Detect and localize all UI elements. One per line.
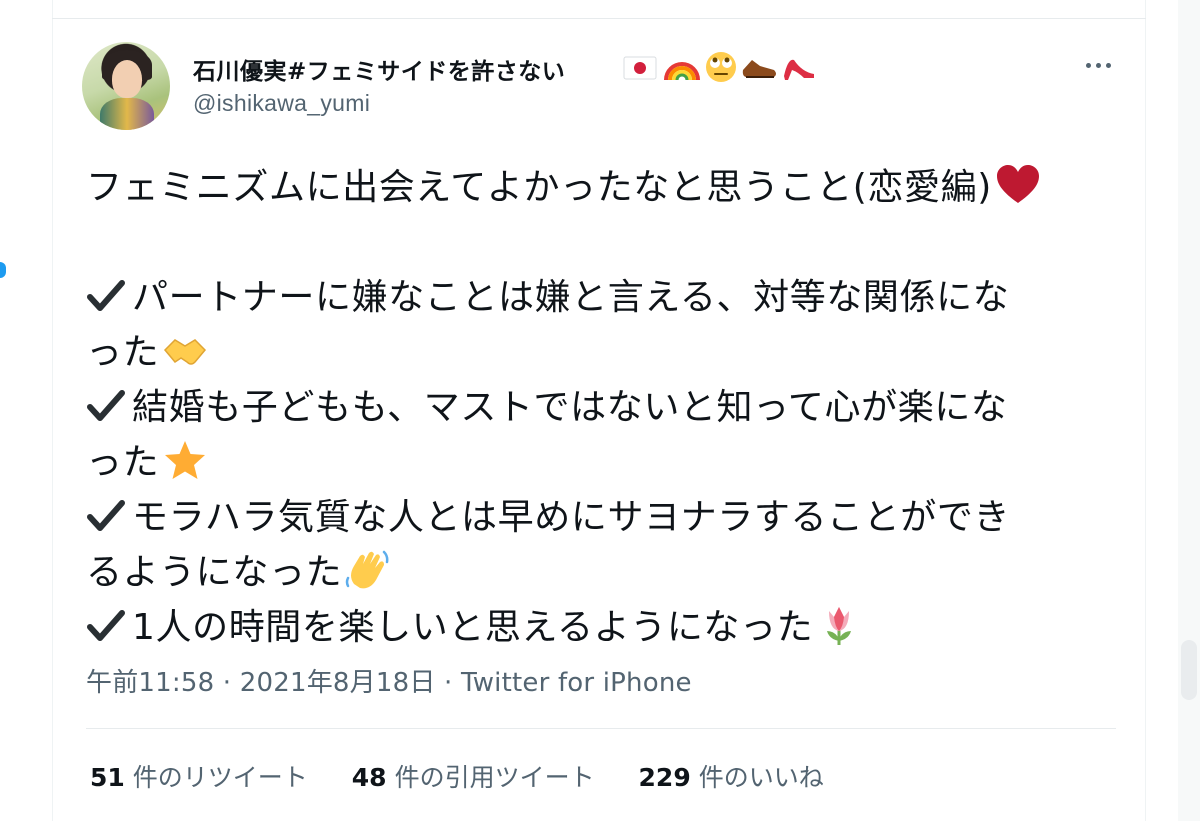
tweet-title-line: フェミニズムに出会えてよかったなと思うこと(恋愛編) [86, 160, 1096, 215]
retweets-stat[interactable]: 51 件のリツイート [90, 758, 308, 794]
check-mark-icon [87, 280, 125, 311]
check-mark-icon [87, 390, 125, 421]
list-item: 結婚も子どもも、マストではないと知って心が楽にな [86, 380, 1096, 435]
tweet-date-link[interactable]: 2021年8月18日 [240, 668, 436, 698]
check-mark-icon [87, 500, 125, 531]
list-item-continued: った [86, 435, 1096, 490]
tweet-detail-page: 石川優実#フェミサイドを許さない @ishikawa_yumi フェミニズムに出… [0, 0, 1200, 821]
more-dot-icon [1085, 62, 1091, 68]
more-options-button[interactable] [1078, 48, 1118, 82]
more-dot-icon [1095, 62, 1101, 68]
mans-shoe-icon [742, 60, 776, 78]
divider [86, 728, 1116, 729]
high-heel-icon [784, 59, 814, 80]
list-item: パートナーに嫌なことは嫌と言える、対等な関係にな [86, 270, 1096, 325]
left-column-edge [0, 0, 18, 821]
flag-japan-icon [623, 56, 657, 80]
list-item-continued: るようになった [86, 545, 1096, 600]
nav-indicator [0, 262, 6, 278]
tweet-text: フェミニズムに出会えてよかったなと思うこと(恋愛編) パートナーに嫌なことは嫌と… [86, 160, 1096, 655]
rainbow-icon [664, 62, 700, 81]
user-handle[interactable]: @ishikawa_yumi [193, 90, 370, 117]
tweet-source-link[interactable]: Twitter for iPhone [461, 668, 692, 698]
column-border-left [52, 0, 53, 821]
handshake-icon [164, 339, 207, 365]
list-item-continued: った [86, 325, 1096, 380]
scrollbar[interactable] [1178, 0, 1200, 821]
list-item: モラハラ気質な人とは早めにサヨナラすることができ [86, 490, 1096, 545]
top-divider [52, 18, 1146, 19]
display-name[interactable]: 石川優実#フェミサイドを許さない [193, 52, 565, 85]
face-rolling-eyes-icon [706, 52, 736, 82]
scrollbar-thumb[interactable] [1181, 640, 1197, 700]
red-heart-icon [996, 165, 1039, 203]
list-item: 1人の時間を楽しいと思えるようになった [86, 600, 1096, 655]
likes-stat[interactable]: 229 件のいいね [639, 758, 824, 794]
column-border-right [1145, 0, 1146, 821]
star-icon [165, 441, 206, 479]
waving-hand-icon [345, 550, 389, 589]
tweet-time-link[interactable]: 午前11:58 [86, 668, 214, 698]
check-mark-icon [87, 610, 125, 641]
more-dot-icon [1105, 62, 1111, 68]
tulip-icon [827, 607, 852, 645]
tweet-stats: 51 件のリツイート 48 件の引用ツイート 229 件のいいね [90, 758, 860, 794]
tweet-meta: 午前11:58 · 2021年8月18日 · Twitter for iPhon… [86, 668, 692, 698]
avatar[interactable] [82, 42, 170, 130]
quote-tweets-stat[interactable]: 48 件の引用ツイート [352, 758, 595, 794]
